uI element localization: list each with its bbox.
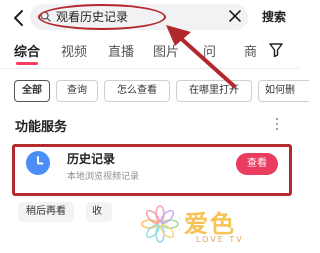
more-icon[interactable] bbox=[274, 117, 280, 131]
section-title: 功能服务 bbox=[15, 120, 68, 135]
watermark-subtitle: LOVE TV bbox=[196, 235, 244, 244]
watermark-logo-icon bbox=[141, 205, 179, 243]
view-button[interactable]: 查看 bbox=[236, 153, 278, 175]
tab-divider bbox=[0, 68, 300, 69]
chip-all[interactable]: 全部 bbox=[14, 80, 50, 102]
history-card-subtitle: 本地浏览视频记录 bbox=[67, 172, 140, 182]
tab-qa[interactable]: 问 bbox=[203, 41, 216, 60]
filter-icon[interactable] bbox=[268, 42, 284, 58]
history-card-title: 历史记录 bbox=[67, 152, 116, 166]
tab-live[interactable]: 直播 bbox=[108, 41, 134, 60]
clock-icon bbox=[26, 151, 50, 175]
back-button[interactable] bbox=[10, 8, 30, 28]
tab-images[interactable]: 图片 bbox=[153, 41, 179, 60]
tab-all[interactable]: 综合 bbox=[14, 41, 40, 60]
back-arrow-icon bbox=[14, 10, 23, 26]
chip-watch-later[interactable]: 稍后再看 bbox=[18, 202, 74, 222]
chip-favorites[interactable]: 收 bbox=[86, 202, 112, 222]
clear-icon[interactable] bbox=[228, 9, 242, 23]
annotation-ellipse bbox=[38, 4, 166, 30]
chip-query[interactable]: 查询 bbox=[56, 80, 98, 102]
tab-shop[interactable]: 商 bbox=[244, 41, 257, 60]
watermark-title: 爱色 bbox=[184, 210, 236, 238]
chip-how-to-view[interactable]: 怎么查看 bbox=[104, 80, 170, 102]
search-button[interactable]: 搜索 bbox=[262, 8, 286, 25]
active-tab-indicator bbox=[16, 62, 38, 65]
tab-video[interactable]: 视频 bbox=[61, 41, 87, 60]
chip-how-to-delete[interactable]: 如何删 bbox=[258, 80, 309, 102]
chip-where-to-open[interactable]: 在哪里打开 bbox=[176, 80, 252, 102]
